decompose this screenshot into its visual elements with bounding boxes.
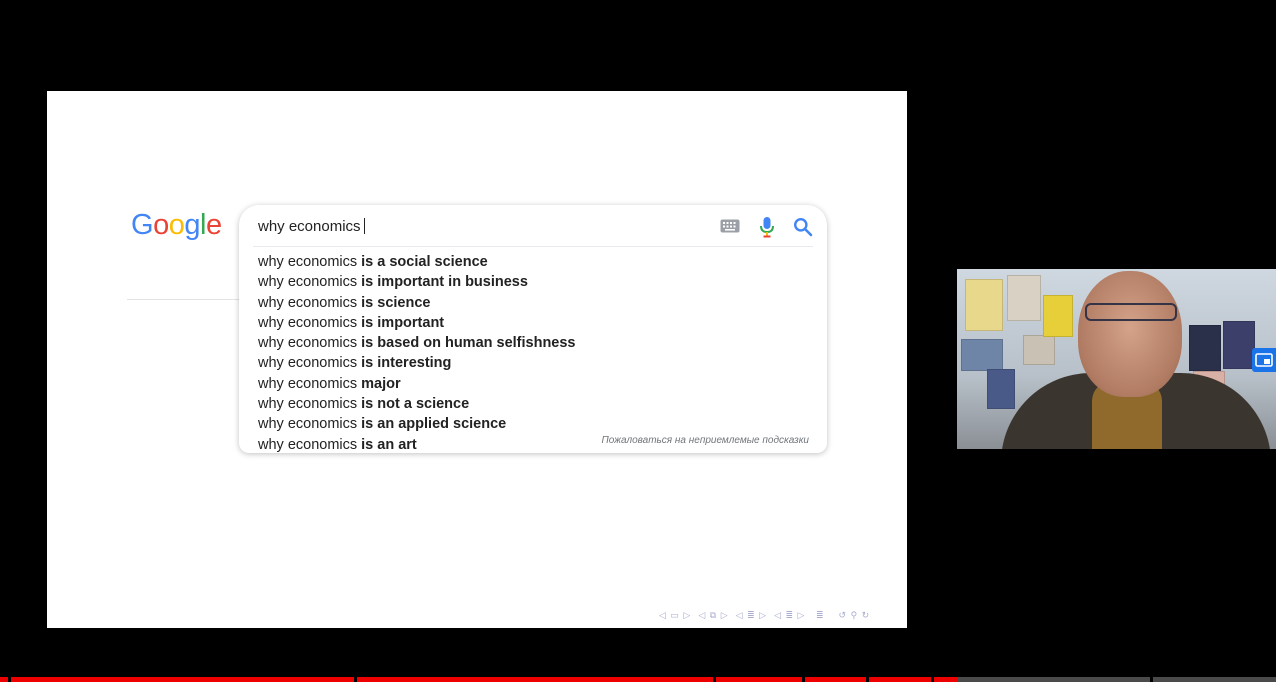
logo-letter: g — [184, 209, 200, 241]
chapter-marker — [931, 677, 934, 682]
suggestion-prefix: why economics — [258, 335, 358, 352]
suggestion-item[interactable]: why economics is an applied science — [258, 414, 576, 434]
suggestion-completion: is important in business — [361, 274, 528, 291]
suggestion-list: why economics is a social science why ec… — [258, 252, 576, 455]
wall-poster — [987, 369, 1015, 409]
google-logo: Google — [131, 209, 222, 242]
presentation-slide: Google why economics why economics is a … — [47, 91, 907, 628]
microphone-icon[interactable] — [759, 216, 775, 243]
webcam-video — [957, 269, 1276, 449]
slide-navigation-controls[interactable]: ◁ ▭ ▷ ◁ ⧉ ▷ ◁ ≣ ▷ ◁ ≣ ▷ ≣ ↺ ⚲ ↻ — [659, 610, 870, 621]
search-autocomplete-box[interactable]: why economics why economics is a social … — [239, 205, 827, 453]
suggestion-completion: is not a science — [361, 396, 470, 413]
search-input[interactable]: why economics — [258, 218, 365, 235]
wall-poster — [1043, 295, 1073, 337]
progress-played — [0, 677, 957, 682]
chapter-marker — [354, 677, 357, 682]
suggestion-prefix: why economics — [258, 436, 358, 453]
suggestion-completion: is a social science — [361, 254, 488, 270]
suggestion-item[interactable]: why economics is not a science — [258, 394, 576, 414]
nav-back-icon[interactable]: ↺ ⚲ ↻ — [839, 610, 871, 620]
video-progress-bar[interactable] — [0, 677, 1276, 682]
suggestion-item[interactable]: why economics is important — [258, 313, 576, 333]
report-suggestions-link[interactable]: Пожаловаться на неприемлемые подсказки — [602, 435, 809, 446]
suggestion-item[interactable]: why economics is based on human selfishn… — [258, 333, 576, 353]
suggestion-item[interactable]: why economics is important in business — [258, 272, 576, 292]
suggestion-prefix: why economics — [258, 314, 358, 331]
suggestion-prefix: why economics — [258, 294, 358, 311]
wall-poster — [1023, 335, 1055, 365]
suggestion-prefix: why economics — [258, 396, 358, 413]
logo-letter: o — [153, 209, 169, 241]
suggestion-item[interactable]: why economics is a social science — [258, 252, 576, 272]
suggestion-prefix: why economics — [258, 254, 358, 270]
wall-poster — [1007, 275, 1041, 321]
text-caret — [363, 218, 365, 234]
nav-section-icon[interactable]: ◁ ≣ ▷ — [736, 610, 767, 620]
suggestion-completion: is interesting — [361, 355, 452, 372]
chapter-marker — [802, 677, 805, 682]
suggestion-item[interactable]: why economics is science — [258, 293, 576, 313]
logo-letter: o — [168, 209, 185, 241]
nav-slide-icon[interactable]: ◁ ≣ ▷ — [774, 610, 805, 620]
nav-subsection-icon[interactable]: ◁ ⧉ ▷ — [698, 610, 728, 620]
suggestion-completion: is an art — [361, 436, 417, 453]
suggestion-prefix: why economics — [258, 416, 358, 433]
person-glasses — [1085, 303, 1177, 321]
nav-frame-icon[interactable]: ◁ ▭ ▷ — [659, 610, 691, 620]
picture-in-picture-icon[interactable] — [1252, 348, 1276, 372]
person-head — [1078, 271, 1182, 397]
logo-letter: e — [205, 209, 222, 241]
suggestion-item[interactable]: why economics major — [258, 374, 576, 394]
chapter-marker — [8, 677, 11, 682]
suggestion-completion: major — [361, 375, 401, 392]
suggestion-item[interactable]: why economics is an art — [258, 435, 576, 455]
search-query-text: why economics — [258, 218, 361, 235]
suggestion-separator — [253, 246, 813, 247]
suggestion-completion: is an applied science — [361, 416, 507, 433]
wall-poster — [961, 339, 1003, 371]
suggestion-completion: is based on human selfishness — [361, 335, 576, 352]
wall-poster — [965, 279, 1003, 331]
nav-outline-icon[interactable]: ≣ — [816, 610, 825, 620]
suggestion-completion: is important — [361, 314, 445, 331]
search-icon[interactable] — [793, 217, 813, 242]
suggestion-prefix: why economics — [258, 355, 358, 372]
chapter-marker — [713, 677, 716, 682]
suggestion-item[interactable]: why economics is interesting — [258, 353, 576, 373]
divider — [127, 299, 239, 300]
logo-letter: G — [131, 209, 154, 241]
keyboard-icon[interactable] — [720, 219, 740, 238]
suggestion-prefix: why economics — [258, 274, 358, 291]
wall-poster — [1223, 321, 1255, 369]
wall-poster — [1189, 325, 1221, 371]
chapter-marker — [1150, 677, 1153, 682]
chapter-marker — [866, 677, 869, 682]
suggestion-prefix: why economics — [258, 375, 358, 392]
suggestion-completion: is science — [361, 294, 431, 311]
